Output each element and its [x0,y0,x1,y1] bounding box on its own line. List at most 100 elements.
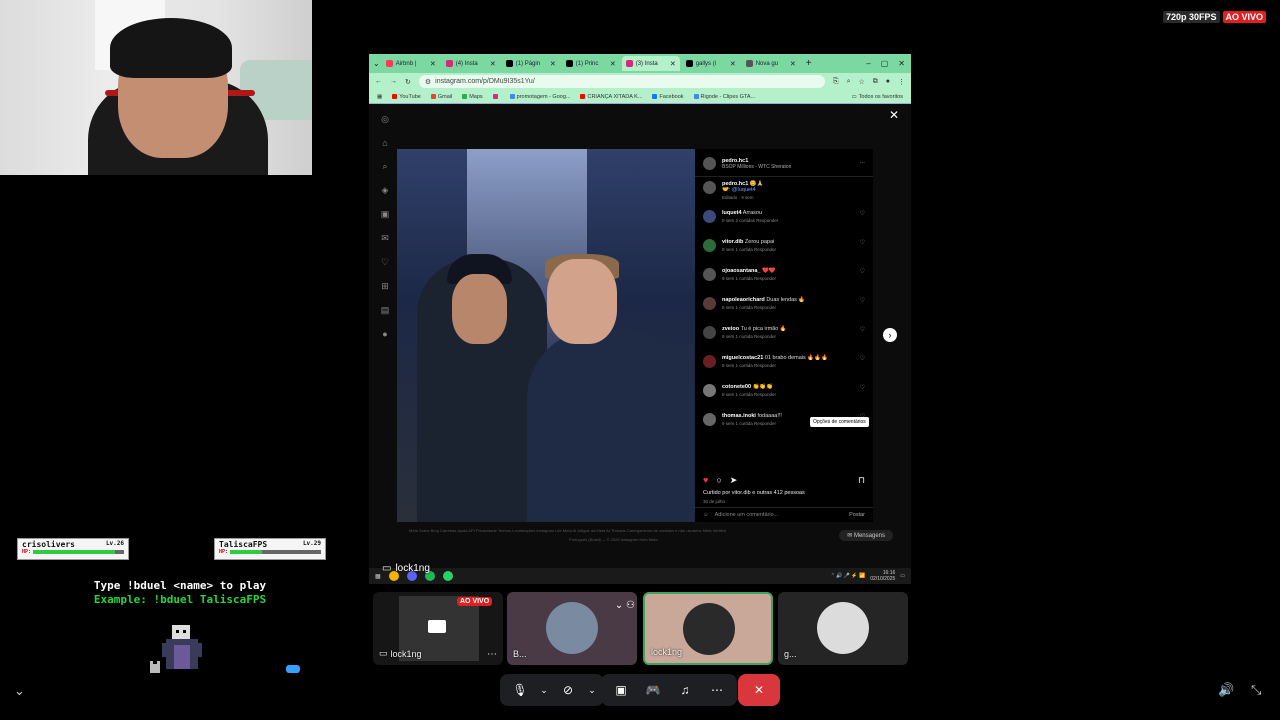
comment-user[interactable]: zveioo [722,326,739,332]
author-avatar[interactable] [703,157,716,170]
notifications-icon[interactable]: ♡ [381,257,389,268]
star-icon[interactable]: ☆ [858,78,864,86]
comment-like-icon[interactable]: ♡ [860,355,865,362]
comment-user[interactable]: thomas.inoki [722,413,756,419]
forward-icon[interactable]: → [390,78,397,85]
close-tab-icon[interactable]: ✕ [790,60,796,68]
more-actions-icon[interactable]: ⋯ [703,676,731,704]
post-comment-button[interactable]: Postar [849,512,865,518]
comment-avatar[interactable] [703,413,716,426]
bookmark-item[interactable]: YouTube [392,94,421,100]
emoji-icon[interactable]: ☺ [703,512,709,518]
close-tab-icon[interactable]: ✕ [610,60,616,68]
whatsapp-icon[interactable] [442,571,453,581]
bookmark-item[interactable] [492,94,500,100]
menu-icon[interactable]: ⋮ [898,78,905,86]
save-icon[interactable]: ⊓ [858,475,865,486]
notification-icon[interactable]: ▭ [900,573,905,579]
close-tab-icon[interactable]: ✕ [670,60,676,68]
activities-icon[interactable]: 🎮 [639,676,667,704]
new-tab-button[interactable]: + [802,58,816,69]
apps-icon[interactable]: ▦ [377,94,382,100]
comment-user[interactable]: cotonete00 [722,384,751,390]
search-icon[interactable]: ⌕ [382,161,387,172]
create-icon[interactable]: ⊞ [381,281,389,292]
comment-icon[interactable]: ○ [716,475,721,486]
maximize-icon[interactable]: ▢ [881,59,889,68]
minimize-icon[interactable]: – [866,59,870,68]
zoom-icon[interactable]: ⌕ [847,78,851,86]
dashboard-icon[interactable]: ▤ [381,305,390,316]
caption-avatar[interactable] [703,181,716,194]
comment-avatar[interactable] [703,268,716,281]
tab-menu-icon[interactable]: ⌄ [373,59,380,68]
bookmark-item[interactable]: Facebook [652,94,684,100]
site-info-icon[interactable]: ⚙ [425,78,431,86]
reels-icon[interactable]: ▣ [381,209,390,220]
comment-avatar[interactable] [703,239,716,252]
comment-avatar[interactable] [703,384,716,397]
participant-tile-1[interactable]: AO VIVO ▭ lock1ng ⋯ [373,592,503,665]
microphone-icon[interactable]: 🎙 [506,676,534,704]
browser-tab[interactable]: Nova gu ✕ [742,56,800,71]
close-tab-icon[interactable]: ✕ [430,60,436,68]
more-options-icon[interactable]: ⋯ [860,161,866,167]
browser-tab[interactable]: (1) Págin ✕ [502,56,560,71]
explore-icon[interactable]: ◈ [382,185,389,196]
bookmark-item[interactable]: CRIANÇA XITADA K... [580,94,642,100]
comment-like-icon[interactable]: ♡ [860,326,865,333]
share-icon[interactable]: ➤ [730,475,738,486]
back-icon[interactable]: ← [375,78,382,85]
install-icon[interactable]: ⎘ [833,78,839,86]
comment-avatar[interactable] [703,210,716,223]
participant-tile-2[interactable]: B... ⌄ ⚇ [507,592,637,665]
comment-user[interactable]: miguelcostac21 [722,355,763,361]
collapse-icon[interactable]: ⌄ [14,683,25,699]
url-field[interactable]: ⚙ instagram.com/p/DMu9I35s1Yu/ [418,75,825,88]
taskview-icon[interactable]: ▦ [375,573,381,580]
comment-avatar[interactable] [703,326,716,339]
comment-like-icon[interactable]: ♡ [860,268,865,275]
tray-icons[interactable]: ⌃ 🔊 🎤 ⚡ 📶 [831,573,866,579]
close-post-icon[interactable]: ✕ [889,108,899,122]
like-heart-icon[interactable]: ♥ [703,475,708,486]
disconnect-button[interactable]: ✕ [738,674,780,706]
next-post-icon[interactable]: › [883,328,897,342]
likes-text[interactable]: Curtido por vitor.dib e outras 412 pesso… [703,490,805,496]
participant-tile-4[interactable]: g... [778,592,908,665]
soundboard-icon[interactable]: ♫ [671,676,699,704]
reload-icon[interactable]: ↻ [405,78,411,86]
close-window-icon[interactable]: ✕ [898,59,905,68]
extensions-icon[interactable]: ⧉ [873,78,878,86]
close-tab-icon[interactable]: ✕ [550,60,556,68]
comment-avatar[interactable] [703,297,716,310]
tile-more-icon[interactable]: ⋯ [487,649,497,660]
screen-share-button-icon[interactable]: ▣ [607,676,635,704]
profile-avatar-icon[interactable]: ● [382,329,387,339]
volume-icon[interactable]: 🔊 [1218,682,1234,698]
browser-tab[interactable]: (1) Princ ✕ [562,56,620,71]
fullscreen-exit-icon[interactable]: ⤡ [1251,682,1261,698]
comment-like-icon[interactable]: ♡ [860,210,865,217]
comment-like-icon[interactable]: ♡ [860,384,865,391]
close-tab-icon[interactable]: ✕ [730,60,736,68]
post-location[interactable]: BSOP Millions - WTC Sheraton [722,164,854,170]
bookmark-item[interactable]: Gmail [430,94,452,100]
browser-tab[interactable]: Airbnb | ✕ [382,56,440,71]
comment-like-icon[interactable]: ♡ [860,297,865,304]
mic-options-icon[interactable]: ⌄ [538,676,550,704]
camera-off-icon[interactable]: ⊘ [554,676,582,704]
messages-icon[interactable]: ✉ [381,233,389,244]
profile-icon[interactable]: ● [886,78,890,85]
add-comment-input[interactable]: Adicione um comentário... [715,512,779,518]
instagram-logo-icon[interactable]: ◎ [381,114,389,125]
comment-like-icon[interactable]: ♡ [860,239,865,246]
participant-tile-3[interactable]: lock1ng [643,592,773,665]
comment-user[interactable]: napoleaorichard [722,297,765,303]
comment-avatar[interactable] [703,355,716,368]
bookmark-item[interactable]: promotagem - Goog... [509,94,570,100]
browser-tab[interactable]: gallys (i ✕ [682,56,740,71]
bookmark-item[interactable]: Maps [462,94,483,100]
bookmark-item[interactable]: Rigode - Clipes GTA... [693,94,755,100]
participants-icon[interactable]: ⌄ ⚇ [615,600,635,611]
